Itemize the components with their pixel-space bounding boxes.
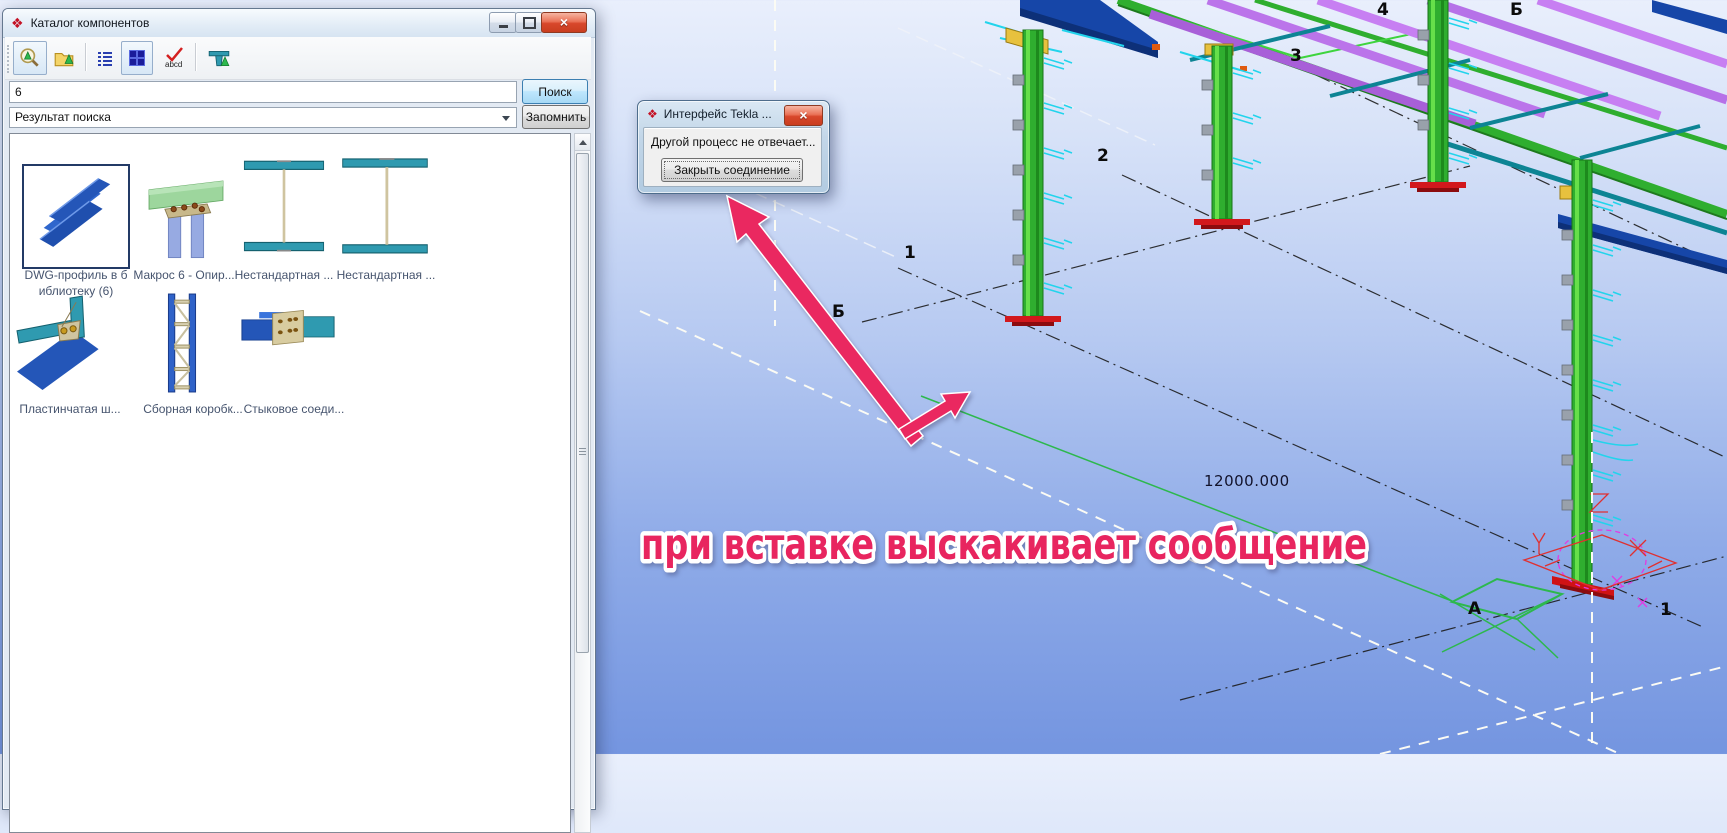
profile-type-button[interactable] — [201, 41, 237, 75]
grid-label: А — [1468, 599, 1482, 619]
grid-icon — [129, 50, 145, 66]
search-button[interactable]: Поиск — [522, 79, 588, 104]
dimension-and-workplane-green — [920, 395, 1565, 659]
close-icon: × — [559, 14, 569, 30]
filter-dropdown[interactable]: Результат поиска — [9, 107, 517, 128]
scrollbar[interactable] — [574, 133, 591, 833]
catalog-item[interactable] — [338, 152, 432, 268]
item-thumbnail — [342, 158, 428, 254]
search-mode-button[interactable] — [13, 41, 47, 75]
maximize-button[interactable] — [515, 12, 543, 33]
window-title: Каталог компонентов — [30, 16, 150, 30]
item-thumbnail — [243, 160, 325, 252]
roof-structure — [984, 0, 1727, 274]
item-thumbnail — [39, 177, 111, 247]
grid-label: Б — [832, 302, 845, 322]
toolbar-grip[interactable] — [7, 45, 9, 73]
spellcheck-button[interactable]: abcd — [155, 41, 193, 75]
search-cone-icon — [20, 48, 39, 67]
abcd-label: abcd — [165, 60, 182, 69]
item-thumbnail — [148, 180, 224, 259]
item-label: DWG-профиль в б — [24, 268, 128, 282]
grid-label: 4 — [1377, 0, 1389, 20]
chevron-down-icon — [502, 116, 510, 121]
scroll-grip-icon — [579, 448, 586, 456]
close-connection-button[interactable]: Закрыть соединение — [661, 158, 803, 182]
catalog-item[interactable] — [142, 168, 230, 268]
search-input[interactable] — [9, 81, 517, 103]
dialog-body: Другой процесс не отвечает... Закрыть со… — [643, 127, 822, 187]
maximize-icon — [522, 16, 536, 29]
scroll-up-button[interactable] — [575, 134, 590, 151]
dialog-title: Интерфейс Tekla ... — [663, 107, 772, 121]
scrollbar-thumb[interactable] — [576, 153, 589, 653]
dimension-text: 12000.000 — [1204, 472, 1290, 490]
tekla-logo-icon: ❖ — [11, 15, 24, 31]
column — [1194, 45, 1262, 229]
tekla-logo-icon: ❖ — [647, 107, 658, 121]
tekla-interface-dialog: ❖ Интерфейс Tekla ... × Другой процесс н… — [637, 100, 830, 194]
catalog-item[interactable] — [22, 164, 130, 269]
dialog-close-button[interactable]: × — [784, 105, 823, 126]
grid-label: 1 — [904, 243, 916, 263]
list-view-button[interactable] — [89, 41, 121, 75]
close-icon: × — [799, 107, 808, 123]
grid-label: Б — [1510, 0, 1523, 20]
item-thumbnail — [241, 310, 335, 346]
arrow-up-icon — [578, 139, 587, 145]
grid-label: 3 — [1290, 46, 1302, 66]
tekla-workspace: { "catalog_window": { "title": "Каталог … — [0, 0, 1727, 833]
abcd-check-icon: abcd — [165, 47, 183, 69]
item-label: Нестандартная ... — [336, 268, 436, 282]
remember-button[interactable]: Запомнить — [522, 105, 590, 129]
item-label: Пластинчатая ш... — [19, 402, 121, 416]
component-catalog-window: ❖ Каталог компонентов × abcd 6 Поиск Рез… — [2, 8, 596, 833]
grid-label: 1 — [1660, 600, 1672, 620]
item-thumbnail — [167, 293, 197, 393]
item-label: Стыковое соеди... — [243, 402, 345, 416]
catalog-item[interactable] — [16, 290, 120, 392]
catalog-item-list: DWG-профиль в б иблиотеку (6) Макрос 6 -… — [9, 133, 571, 833]
import-button[interactable] — [47, 41, 81, 75]
folder-cone-icon — [54, 53, 74, 67]
toolbar-separator — [195, 43, 197, 71]
column — [1005, 29, 1073, 326]
column-icon — [208, 51, 230, 67]
toolbar-separator — [85, 43, 87, 71]
thumbnail-view-button[interactable] — [121, 41, 153, 75]
list-icon — [98, 52, 112, 66]
catalog-item[interactable] — [240, 152, 328, 268]
close-connection-label: Закрыть соединение — [674, 163, 790, 177]
dialog-message: Другой процесс не отвечает... — [651, 135, 816, 149]
minimize-button[interactable] — [489, 12, 517, 33]
close-button[interactable]: × — [541, 12, 587, 33]
catalog-item[interactable] — [156, 292, 208, 394]
minimize-icon — [498, 25, 508, 28]
item-thumbnail — [16, 295, 99, 390]
grid-label: 2 — [1097, 146, 1109, 166]
filter-value: Результат поиска — [15, 110, 111, 124]
column — [1410, 0, 1478, 192]
catalog-item[interactable] — [240, 298, 336, 376]
